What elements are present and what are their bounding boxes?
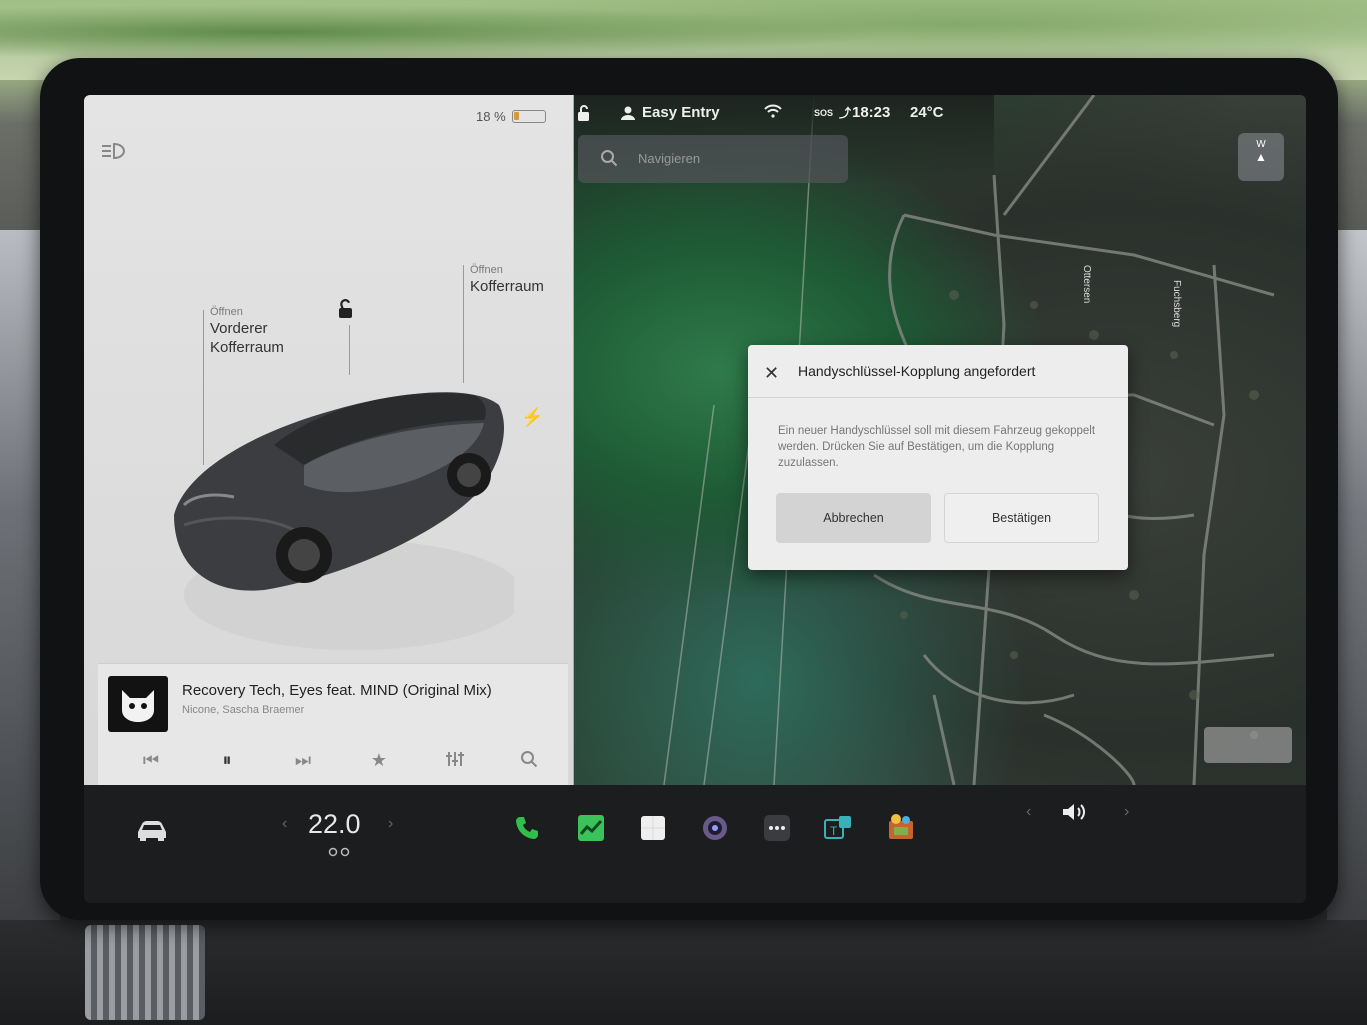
- media-player: Recovery Tech, Eyes feat. MIND (Original…: [98, 663, 568, 799]
- trunk-action: Öffnen: [470, 264, 503, 276]
- temp-up-icon[interactable]: ›: [388, 815, 393, 833]
- skip-next-icon[interactable]: ⏭: [288, 750, 318, 771]
- svg-text:T: T: [830, 824, 838, 838]
- dialog-title: Handyschlüssel-Kopplung angefordert: [798, 363, 1036, 379]
- map-attribution-box: [1204, 727, 1292, 763]
- dialog-divider: [748, 397, 1128, 398]
- profile-name: Easy Entry: [642, 104, 720, 121]
- toybox-icon[interactable]: [884, 809, 918, 843]
- trunk-label: Kofferraum: [470, 278, 544, 295]
- front-trunk-button[interactable]: Vorderer Kofferraum: [210, 319, 284, 357]
- battery-percent: 18 %: [476, 109, 506, 124]
- front-trunk-label-1: Vorderer: [210, 320, 268, 337]
- vehicle-panel: 18 % Öffnen Vorderer Kofferraum Öffnen K…: [84, 95, 574, 803]
- battery-icon: [511, 110, 546, 123]
- pause-icon[interactable]: ⏸: [212, 750, 242, 771]
- car-image: [174, 392, 514, 650]
- equalizer-icon[interactable]: [440, 750, 470, 773]
- album-art[interactable]: [108, 676, 168, 732]
- headlight-icon[interactable]: [100, 141, 130, 163]
- street-label-1: Ottersen: [1081, 265, 1092, 303]
- temp-down-icon[interactable]: ‹: [282, 815, 287, 833]
- front-trunk-action: Öffnen: [210, 306, 243, 318]
- navigation-search[interactable]: Navigieren: [578, 135, 848, 183]
- pedal: [85, 925, 205, 1020]
- calendar-icon[interactable]: T: [822, 811, 856, 845]
- signal-icon: ⤴: [839, 106, 852, 120]
- touchscreen: Ottersen Fuchsberg Easy Entry SOS ⤴ 18:2…: [84, 95, 1306, 903]
- compass-arrow-icon: ▲: [1255, 150, 1267, 164]
- door-lock-icon[interactable]: [334, 298, 356, 320]
- star-icon[interactable]: ★: [364, 750, 394, 771]
- close-icon[interactable]: ✕: [764, 363, 779, 384]
- clock: 18:23: [852, 104, 890, 121]
- battery-fill: [513, 112, 519, 120]
- car-icon[interactable]: [132, 815, 172, 845]
- search-placeholder: Navigieren: [638, 151, 701, 166]
- outside-temp-label: 24°C: [910, 104, 944, 121]
- sos-status[interactable]: SOS ⤴: [814, 104, 851, 121]
- phone-icon[interactable]: [510, 811, 544, 845]
- dialog-body: Ein neuer Handyschlüssel soll mit diesem…: [778, 425, 1096, 469]
- phone-key-pairing-dialog: ✕ Handyschlüssel-Kopplung angefordert Ei…: [748, 345, 1128, 570]
- confirm-button[interactable]: Bestätigen: [944, 493, 1099, 543]
- more-icon[interactable]: [760, 811, 794, 845]
- compass-button[interactable]: W ▲: [1238, 133, 1284, 181]
- console-area: [0, 920, 1367, 1025]
- track-title: Recovery Tech, Eyes feat. MIND (Original…: [182, 682, 492, 699]
- front-trunk-label-2: Kofferraum: [210, 339, 284, 356]
- track-artist: Nicone, Sascha Braemer: [182, 704, 305, 716]
- camera-icon[interactable]: [698, 811, 732, 845]
- unlock-icon: [578, 105, 589, 121]
- cancel-button[interactable]: Abbrechen: [776, 493, 931, 543]
- search-icon: [601, 150, 618, 167]
- outside-temperature: 24°C: [910, 104, 944, 121]
- cabin-temperature[interactable]: 22.0: [308, 809, 361, 840]
- seat-heat-icon[interactable]: [324, 845, 354, 859]
- volume-icon[interactable]: [1058, 797, 1092, 827]
- driver-profile[interactable]: Easy Entry: [620, 104, 720, 121]
- bottom-dock: ‹ 22.0 › T ‹ ›: [84, 785, 1306, 903]
- sos-label: SOS: [814, 107, 834, 118]
- charge-port-icon[interactable]: ⚡: [521, 407, 543, 428]
- energy-icon[interactable]: [574, 811, 608, 845]
- wifi-icon: [764, 104, 782, 118]
- time-label: 18:23: [852, 104, 891, 121]
- skip-previous-icon[interactable]: ⏮: [136, 750, 166, 771]
- volume-down-icon[interactable]: ‹: [1026, 803, 1031, 821]
- notepad-icon[interactable]: [636, 811, 670, 845]
- compass-letters: W: [1256, 139, 1266, 150]
- person-icon: [621, 106, 635, 120]
- volume-up-icon[interactable]: ›: [1124, 803, 1129, 821]
- battery-indicator: 18 %: [476, 109, 546, 124]
- wifi-status[interactable]: [764, 104, 782, 118]
- street-label-2: Fuchsberg: [1171, 280, 1182, 327]
- media-search-icon[interactable]: [514, 750, 544, 773]
- unlock-status[interactable]: [576, 104, 592, 122]
- trunk-button[interactable]: Kofferraum: [470, 277, 544, 296]
